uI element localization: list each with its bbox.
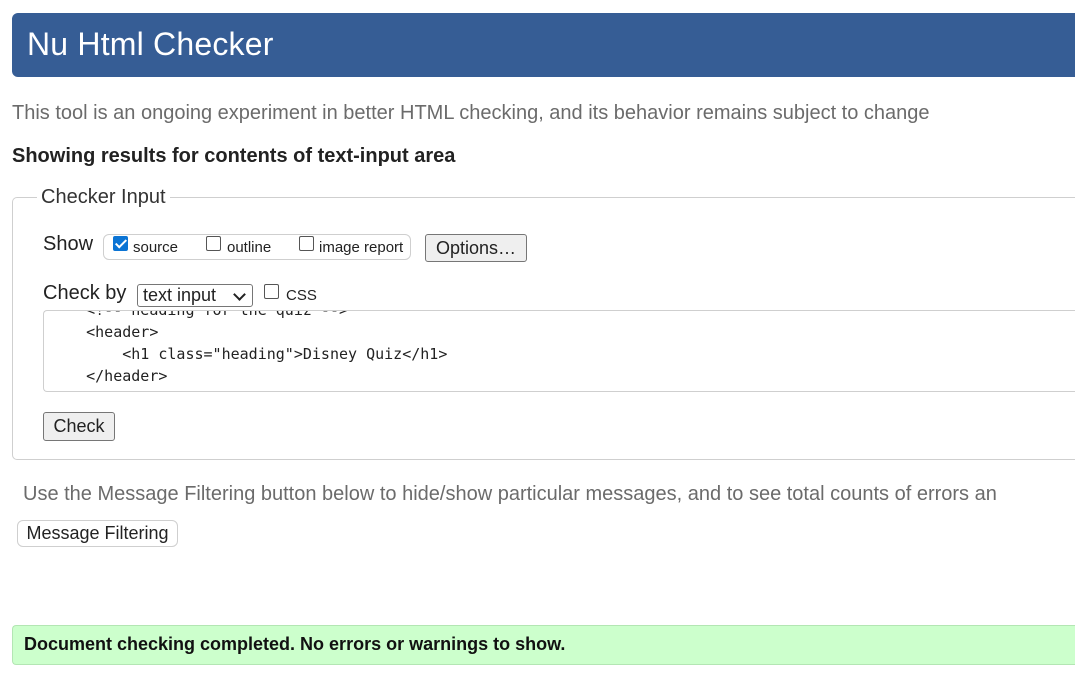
options-button[interactable]: Options… [425, 234, 527, 262]
source-line: <h1 class="heading">Disney Quiz</h1> [50, 345, 448, 363]
check-by-select[interactable]: text input [137, 284, 253, 307]
image-report-checkbox[interactable] [299, 236, 314, 251]
message-filtering-note: Use the Message Filtering button below t… [23, 483, 997, 505]
page-title: Nu Html Checker [27, 26, 274, 62]
outline-checkbox-label[interactable]: outline [227, 239, 271, 256]
chevron-down-icon [233, 288, 246, 301]
checker-input-legend: Checker Input [41, 186, 166, 208]
status-message: Document checking completed. No errors o… [24, 634, 566, 654]
header-banner: Nu Html Checker [12, 13, 1075, 77]
check-by-select-value: text input [143, 285, 217, 305]
source-checkbox-label[interactable]: source [133, 239, 178, 256]
image-report-checkbox-label[interactable]: image report [319, 239, 403, 256]
source-line: </header> [50, 367, 168, 385]
source-line: <header> [50, 323, 159, 341]
source-checkbox[interactable] [113, 236, 128, 251]
outline-checkbox[interactable] [206, 236, 221, 251]
results-heading: Showing results for contents of text-inp… [12, 145, 456, 167]
intro-text: This tool is an ongoing experiment in be… [12, 102, 930, 124]
source-code: <!-- heading for the quiz --> <header> <… [50, 310, 448, 387]
css-checkbox[interactable] [264, 284, 279, 299]
source-line: <!-- heading for the quiz --> [50, 310, 349, 319]
check-by-label: Check by [43, 282, 127, 304]
css-checkbox-label[interactable]: CSS [286, 287, 317, 304]
message-filtering-button[interactable]: Message Filtering [17, 520, 178, 547]
source-textarea[interactable]: <!-- heading for the quiz --> <header> <… [43, 310, 1075, 392]
check-button[interactable]: Check [43, 412, 115, 441]
status-message-box: Document checking completed. No errors o… [12, 625, 1075, 665]
show-options-group: source outline image report [103, 234, 411, 260]
show-label: Show [43, 233, 94, 255]
